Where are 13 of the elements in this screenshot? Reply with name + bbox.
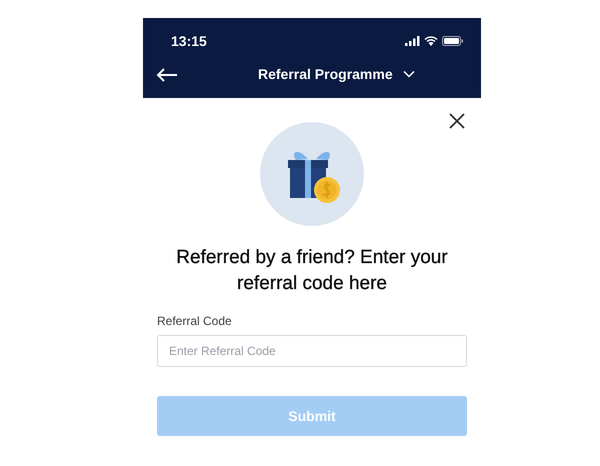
chevron-down-icon xyxy=(402,70,415,78)
nav-title-dropdown[interactable]: Referral Programme xyxy=(258,66,415,82)
battery-icon xyxy=(442,36,463,46)
close-icon xyxy=(449,113,465,129)
signal-icon xyxy=(405,36,420,46)
back-arrow-icon xyxy=(156,68,178,82)
referral-code-field[interactable]: Enter Referral Code xyxy=(157,335,467,367)
status-time: 13:15 xyxy=(171,32,207,48)
close-button[interactable] xyxy=(449,113,465,129)
heading: Referred by a friend? Enter your referral code here xyxy=(175,246,449,296)
wifi-icon xyxy=(424,36,438,46)
back-button[interactable] xyxy=(156,68,178,82)
field-label: Referral Code xyxy=(157,314,233,328)
